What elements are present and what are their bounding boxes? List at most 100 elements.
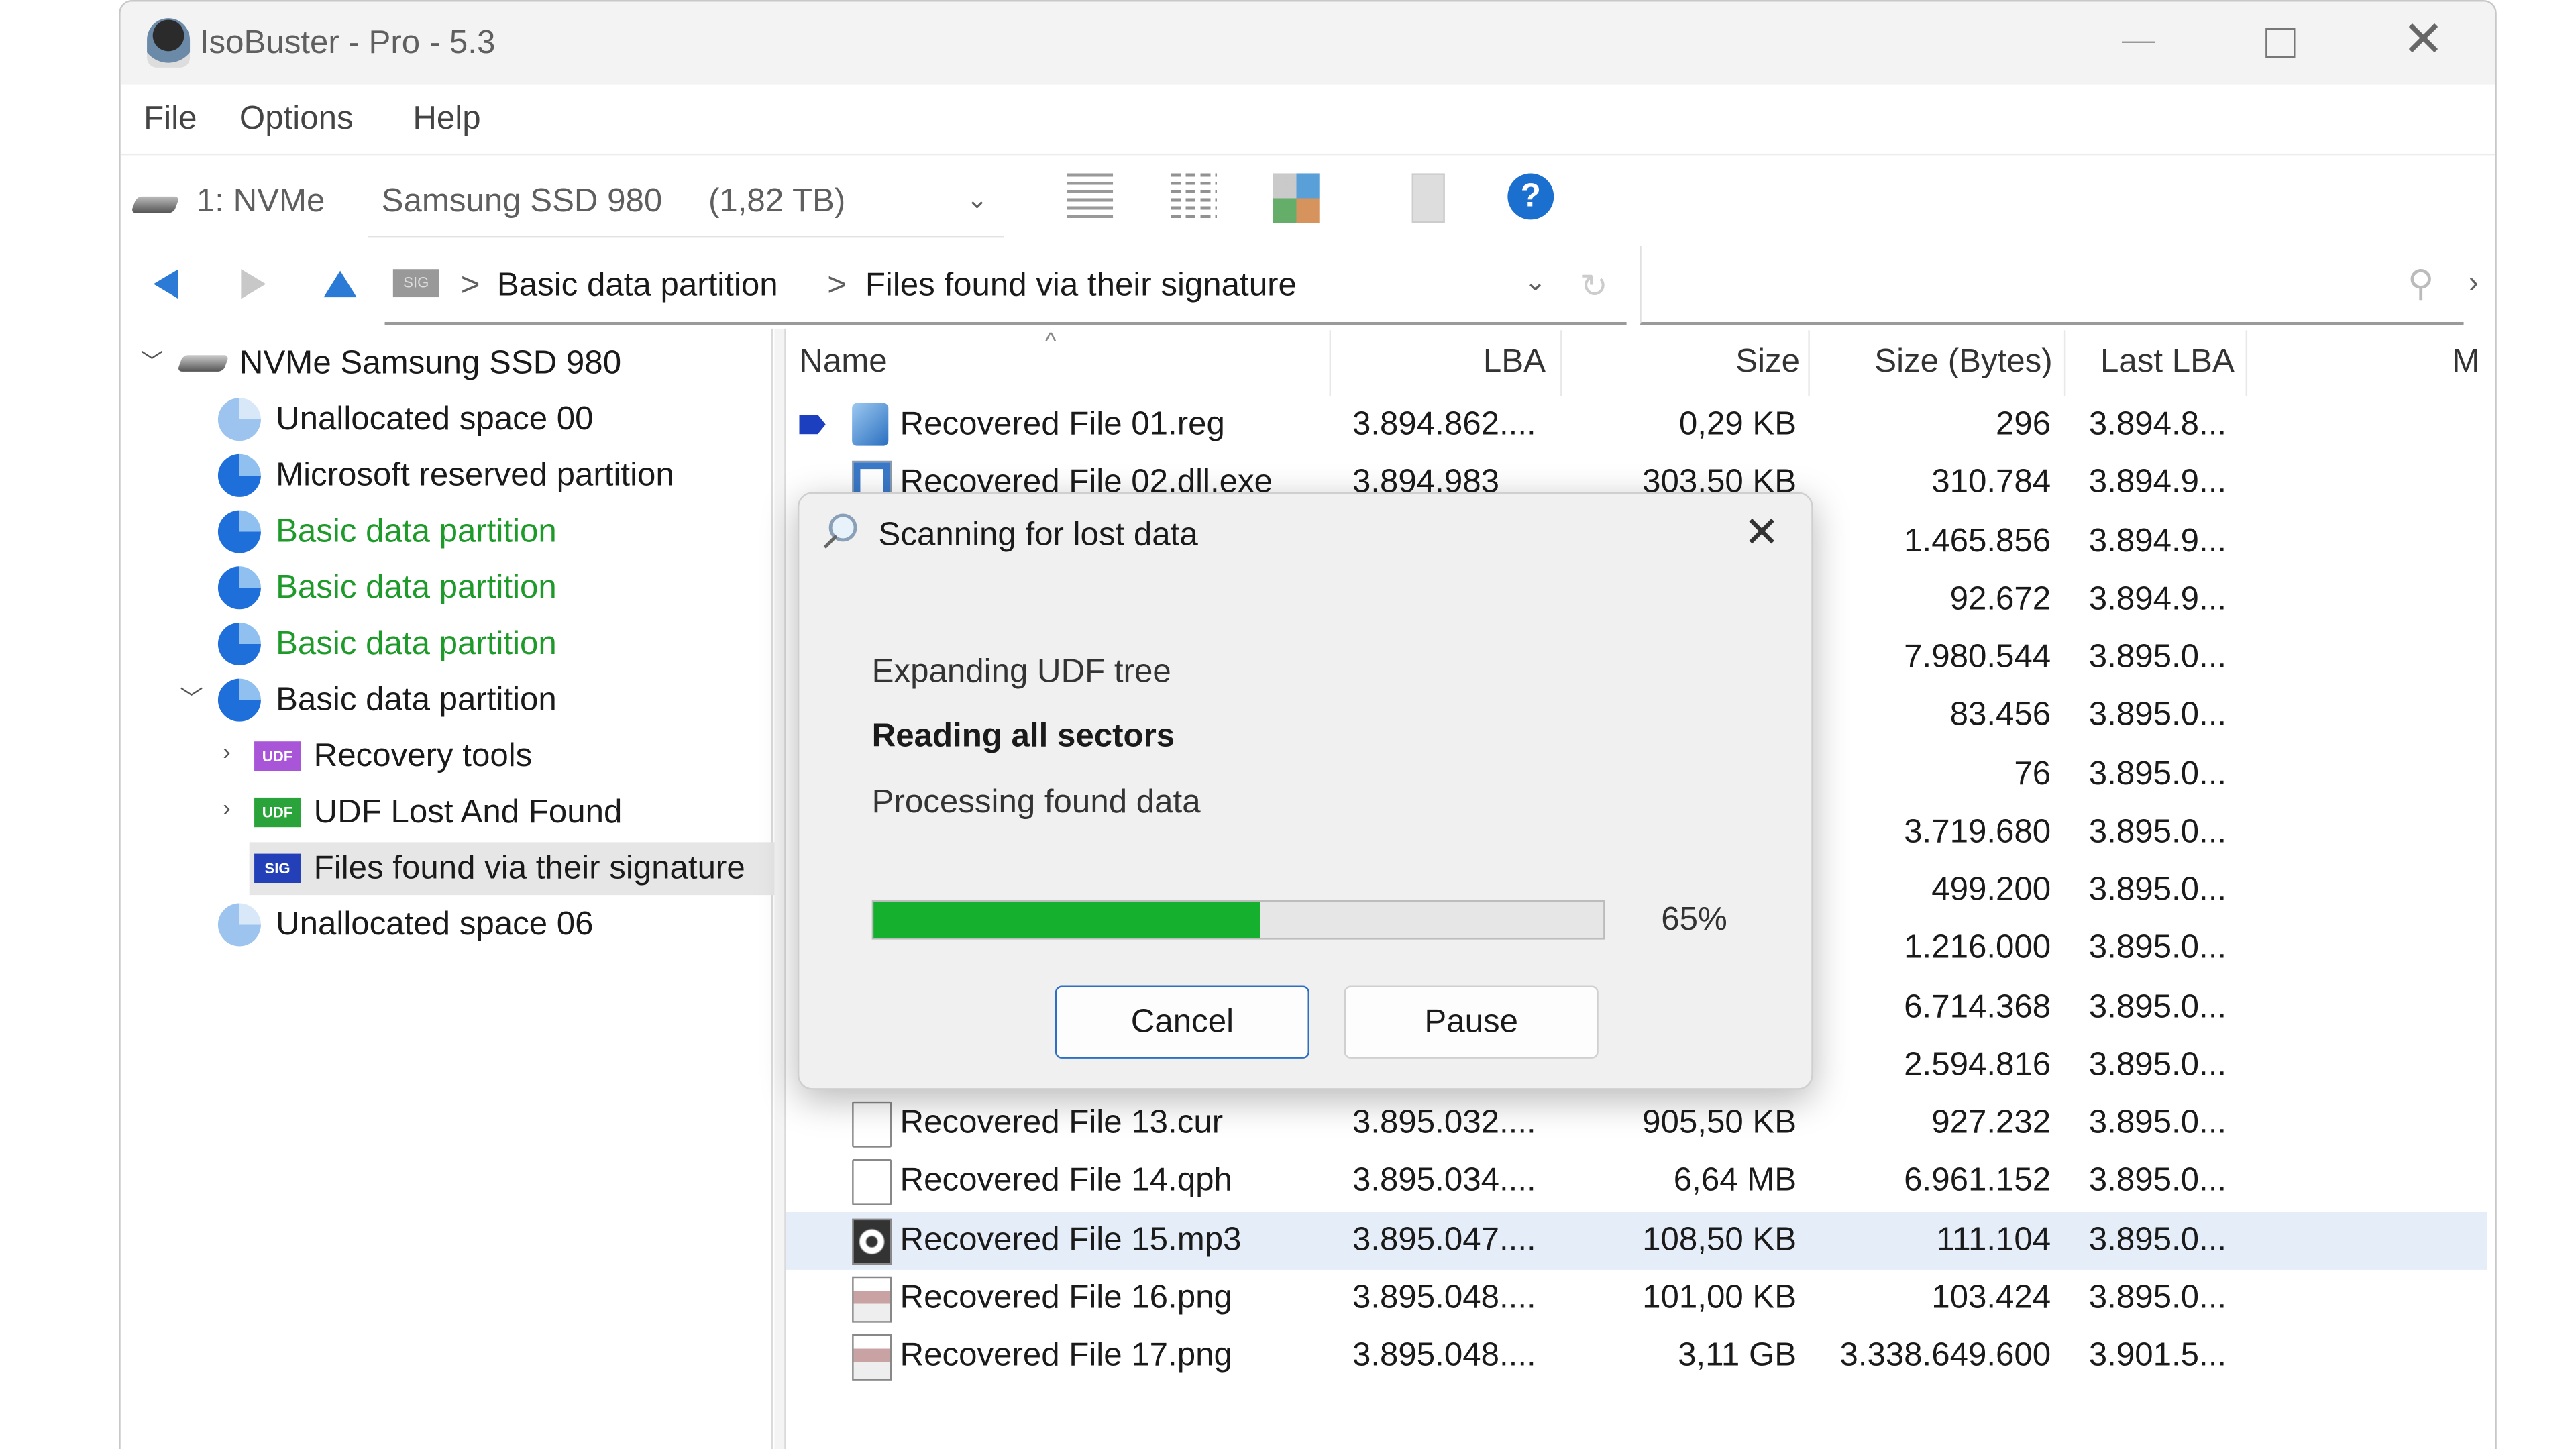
column-header-lba[interactable]: LBA	[1330, 343, 1546, 382]
step-reading-sectors: Reading all sectors	[871, 718, 1175, 755]
tree-item-unallocated-06[interactable]: Unallocated space 06	[217, 898, 594, 951]
menu-help[interactable]: Help	[413, 101, 480, 139]
list-view-icon[interactable]	[1067, 173, 1114, 223]
sig-icon: SIG	[254, 853, 301, 883]
tree-item-basic-data-partition[interactable]: Basic data partition	[217, 505, 557, 558]
cell-bytes: 83.456	[1949, 697, 2051, 734]
image-file-icon	[852, 1276, 892, 1323]
minimize-button[interactable]	[2122, 41, 2155, 43]
blank-file-icon	[852, 1159, 892, 1206]
cell-size: 3,11 GB	[1678, 1337, 1797, 1374]
pause-button[interactable]: Pause	[1344, 985, 1599, 1059]
unallocated-icon	[217, 903, 261, 947]
column-header-last-lba[interactable]: Last LBA	[2100, 343, 2235, 382]
tree-item-recovery-tools[interactable]: UDF Recovery tools	[254, 730, 532, 783]
table-row[interactable]: Recovered File 13.cur 3.895.032.... 905,50…	[786, 1095, 2487, 1152]
tree-item-label: Basic data partition	[276, 568, 557, 606]
table-row[interactable]: Recovered File 17.png 3.895.048.... 3,11 G…	[786, 1328, 2487, 1385]
sig-badge: SIG	[392, 269, 439, 298]
column-divider[interactable]	[1808, 330, 1810, 396]
table-row[interactable]: Recovered File 15.mp3 3.895.047.... 108,50…	[786, 1211, 2487, 1269]
panel-splitter[interactable]	[774, 328, 786, 1449]
tree-item-basic-data-partition[interactable]: Basic data partition	[217, 618, 557, 671]
close-button[interactable]: ✕	[2402, 11, 2444, 69]
tree-item-msr[interactable]: Microsoft reserved partition	[217, 449, 674, 502]
address-dropdown-icon[interactable]: ⌄	[1524, 266, 1546, 299]
menu-options[interactable]: Options	[239, 101, 354, 139]
tree-item-files-found-via-signature[interactable]: SIG Files found via their signature	[249, 842, 776, 896]
cell-lba: 3.894.862....	[1352, 406, 1536, 443]
cell-last: 3.895.0...	[2088, 1104, 2227, 1141]
column-header-name[interactable]: Name	[799, 343, 887, 382]
table-row[interactable]: Recovered File 01.reg 3.894.862.... 0,29 K…	[786, 396, 2487, 454]
step-processing-found: Processing found data	[871, 784, 1201, 821]
column-header-size[interactable]: Size	[1560, 343, 1800, 382]
cell-bytes: 92.672	[1949, 580, 2051, 617]
breadcrumb-files-found[interactable]: Files found via their signature	[865, 268, 1297, 306]
cell-last: 3.901.5...	[2088, 1337, 2227, 1374]
tree-item-label: Basic data partition	[276, 625, 557, 661]
table-row[interactable]: Recovered File 16.png 3.895.048.... 101,00…	[786, 1269, 2487, 1327]
image-file-icon	[852, 1334, 892, 1381]
tree-item-label: Basic data partition	[276, 681, 557, 718]
up-button[interactable]	[323, 270, 357, 298]
chevron-right-icon[interactable]: ›	[223, 794, 230, 820]
back-button[interactable]	[153, 269, 178, 299]
maximize-button[interactable]	[2265, 28, 2296, 58]
dialog-close-button[interactable]: ✕	[1743, 507, 1780, 558]
progress-bar	[871, 900, 1605, 940]
cell-bytes: 3.719.680	[1904, 813, 2051, 851]
cell-bytes: 2.594.816	[1904, 1046, 2051, 1083]
device-size: (1,82 TB)	[708, 183, 846, 220]
device-id: 1: NVMe	[196, 183, 325, 220]
column-divider[interactable]	[2063, 330, 2066, 396]
blank-file-icon	[852, 1101, 892, 1148]
dialog-title: Scanning for lost data	[878, 517, 1198, 553]
registry-file-icon	[852, 402, 889, 446]
cell-bytes: 7.980.544	[1904, 639, 2051, 676]
tree-item-drive[interactable]: NVMe Samsung SSD 980	[176, 337, 622, 390]
window-title: IsoBuster - Pro - 5.3	[199, 24, 496, 62]
forward-button[interactable]	[241, 269, 266, 299]
address-bar[interactable]: SIG > Basic data partition > Files found…	[384, 246, 1627, 325]
cell-size: 905,50 KB	[1642, 1104, 1797, 1141]
cancel-button[interactable]: Cancel	[1055, 985, 1309, 1059]
tree-item-unallocated-00[interactable]: Unallocated space 00	[217, 393, 594, 446]
cell-bytes: 927.232	[1931, 1104, 2051, 1141]
chevron-down-icon[interactable]: ﹀	[140, 345, 163, 378]
column-divider[interactable]	[1329, 330, 1331, 396]
scanning-dialog: Scanning for lost data ✕ Expanding UDF t…	[797, 492, 1813, 1090]
detail-view-icon[interactable]	[1171, 173, 1218, 223]
cell-lba: 3.895.048....	[1352, 1337, 1536, 1374]
tree-item-basic-data-partition[interactable]: Basic data partition	[217, 561, 557, 614]
breadcrumb-separator: >	[460, 267, 480, 304]
cell-bytes: 310.784	[1931, 464, 2051, 501]
partition-icon	[217, 678, 261, 722]
extract-icon[interactable]	[1411, 173, 1445, 223]
chevron-right-icon[interactable]: ›	[2469, 266, 2479, 301]
menu-file[interactable]: File	[144, 101, 197, 139]
cell-last: 3.894.9...	[2088, 580, 2227, 617]
tree-item-basic-data-partition-expanded[interactable]: Basic data partition	[217, 674, 557, 727]
thumbnail-view-icon[interactable]	[1273, 173, 1320, 223]
breadcrumb-separator: >	[827, 267, 847, 304]
tree-item-udf-lost-and-found[interactable]: UDF UDF Lost And Found	[254, 786, 622, 839]
tree-item-label: NVMe Samsung SSD 980	[239, 344, 622, 381]
cell-last: 3.895.0...	[2088, 697, 2227, 734]
refresh-icon[interactable]: ↻	[1580, 266, 1608, 307]
cell-last: 3.894.9...	[2088, 523, 2227, 559]
chevron-right-icon[interactable]: ›	[223, 738, 230, 764]
column-divider[interactable]	[2245, 330, 2248, 396]
cell-bytes: 1.465.856	[1904, 523, 2051, 559]
column-header-size-bytes[interactable]: Size (Bytes)	[1808, 343, 2052, 382]
tree-item-label: Basic data partition	[276, 513, 557, 549]
column-divider[interactable]	[1560, 330, 1562, 396]
help-icon[interactable]: ?	[1507, 173, 1554, 220]
search-input[interactable]: ⚲	[1640, 246, 2464, 325]
partition-icon	[217, 510, 261, 553]
table-row[interactable]: Recovered File 14.qph 3.895.034.... 6,64 M…	[786, 1153, 2487, 1211]
device-select[interactable]: Samsung SSD 980 (1,82 TB) ⌄	[368, 164, 1004, 238]
breadcrumb-basic-data-partition[interactable]: Basic data partition	[497, 268, 778, 306]
chevron-down-icon[interactable]: ﹀	[180, 682, 203, 715]
column-header-m[interactable]: M	[2452, 343, 2488, 382]
